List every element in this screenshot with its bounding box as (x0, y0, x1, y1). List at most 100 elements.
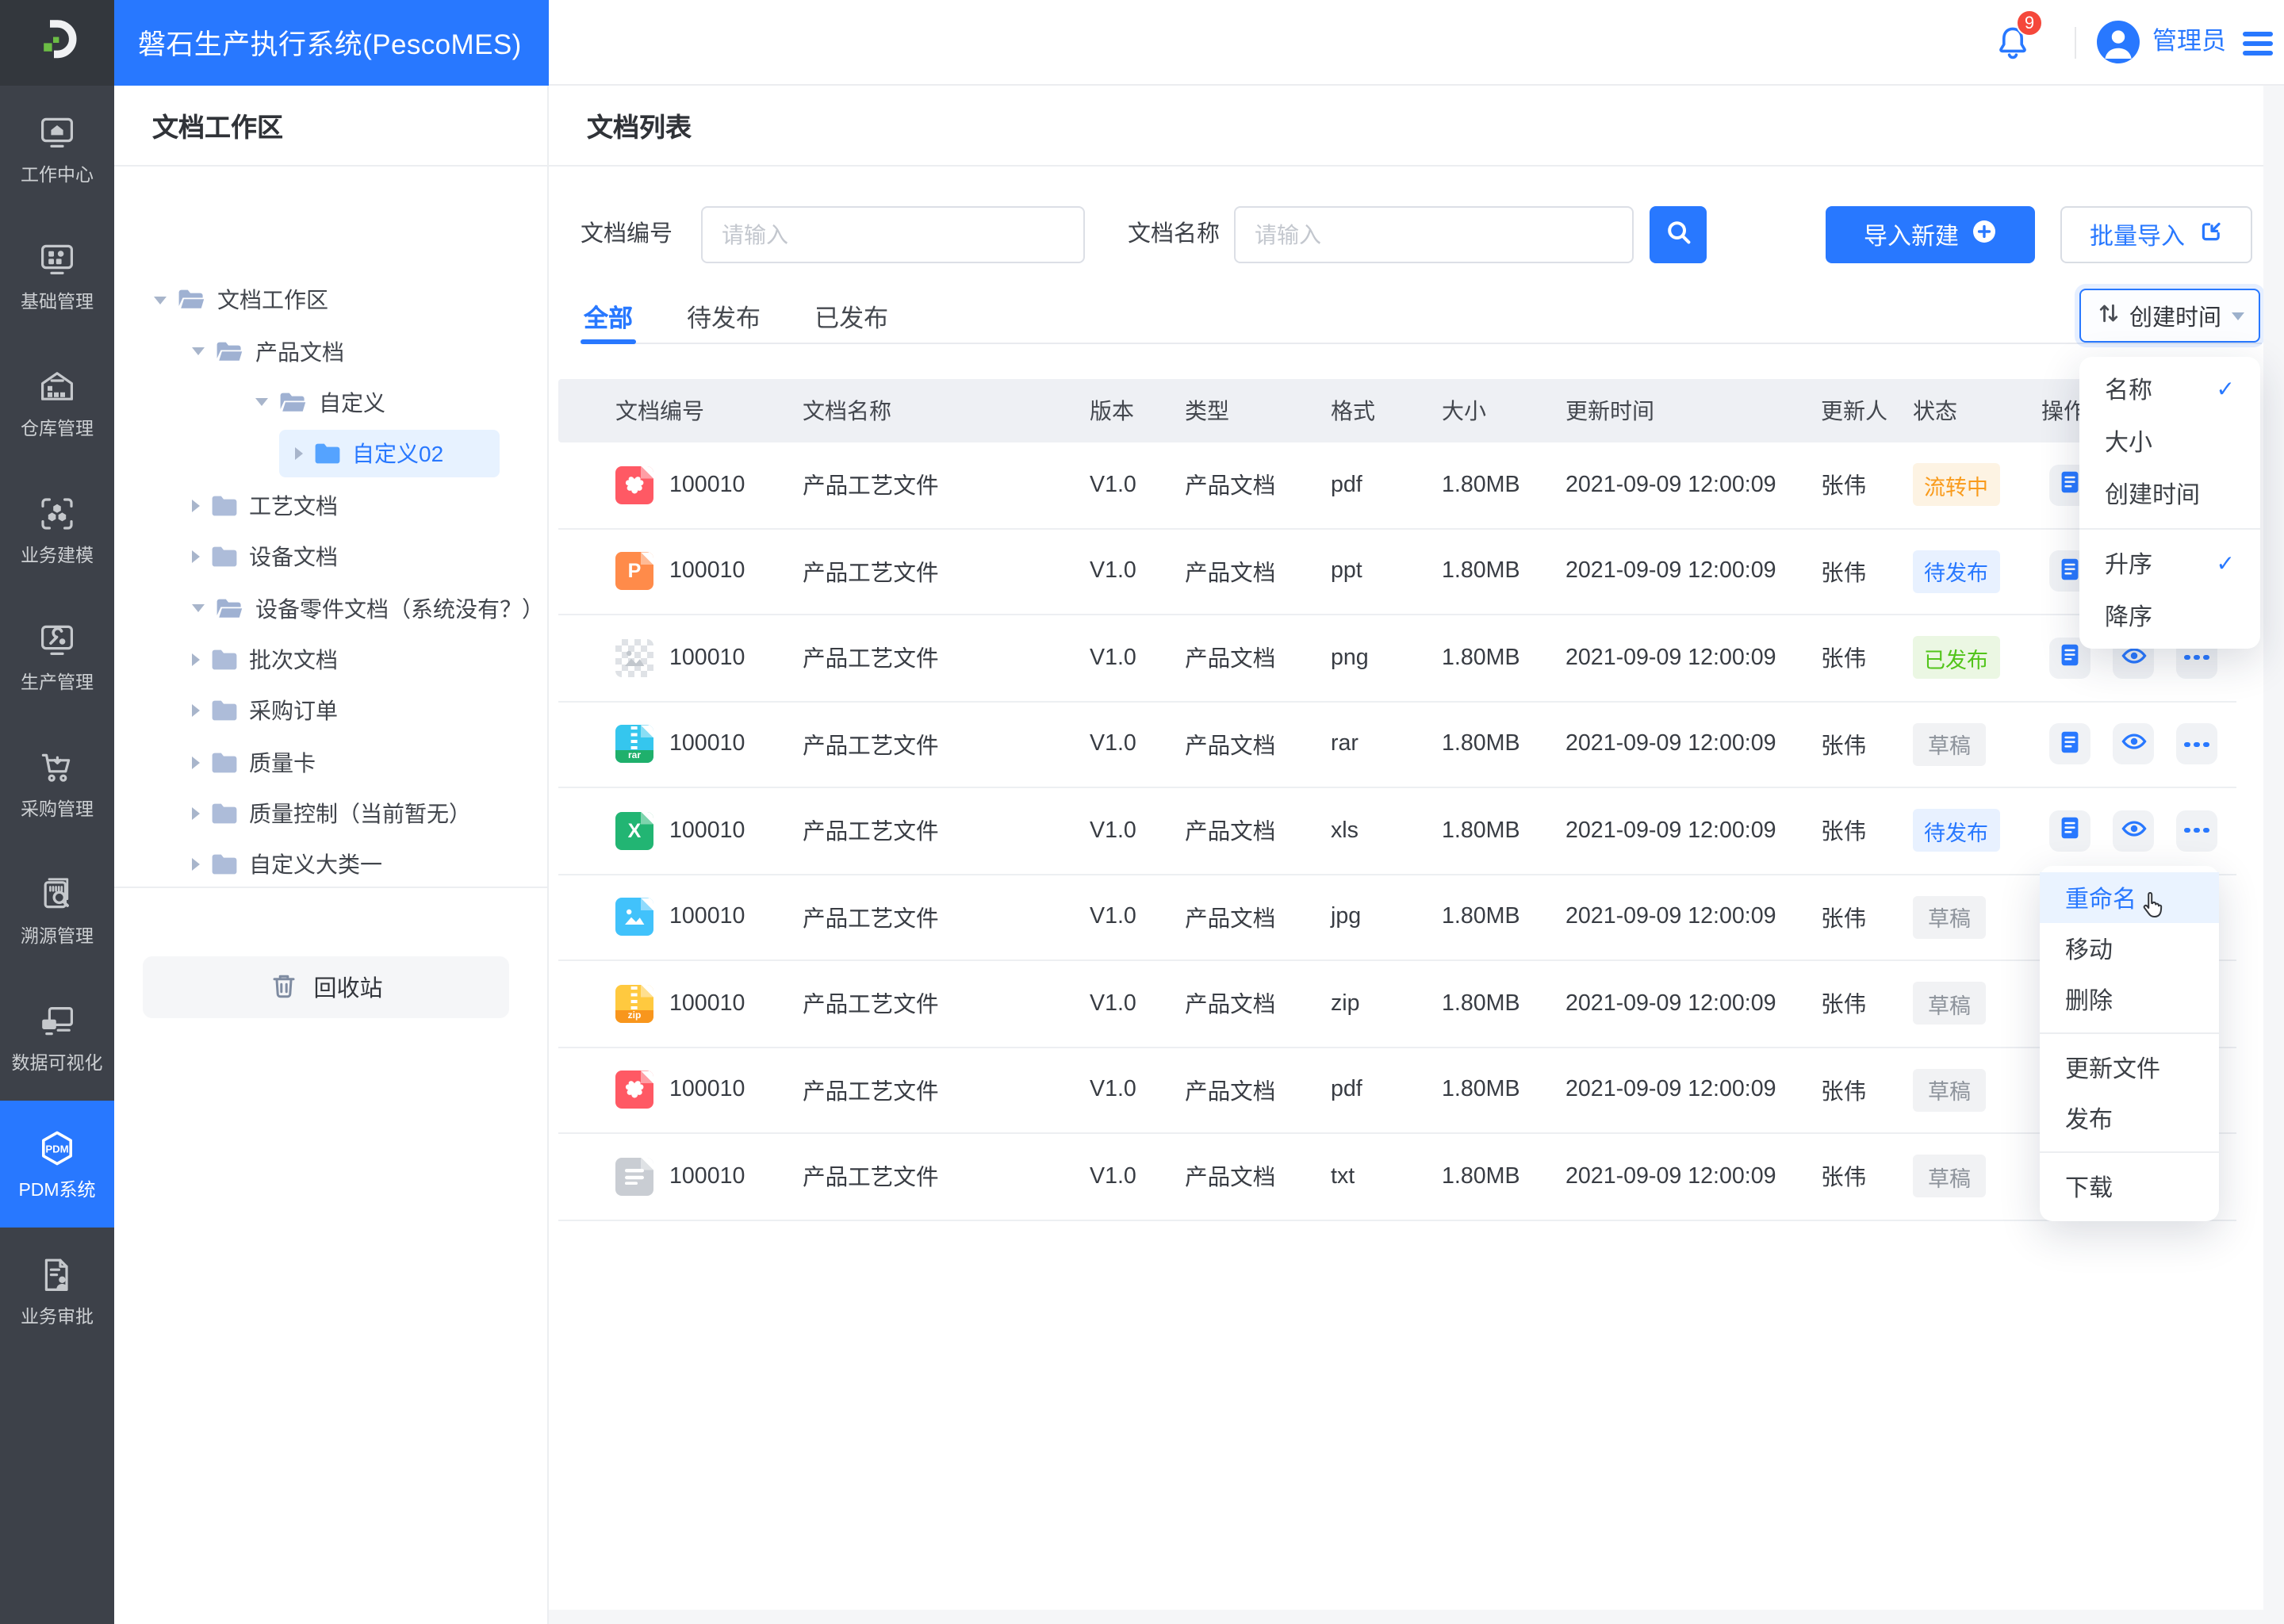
tree-node-label[interactable]: 质量控制（当前暂无） (249, 798, 471, 829)
tree-node[interactable]: 设备零件文档（系统没有？） (114, 583, 547, 634)
sidebar-item-approval[interactable]: 业务审批 (0, 1228, 114, 1354)
context-menu-item-下载[interactable]: 下载 (2040, 1161, 2219, 1212)
tree-caret-icon[interactable] (192, 807, 200, 821)
tree-caret-icon[interactable] (192, 756, 200, 769)
app-logo[interactable] (0, 0, 114, 86)
batch-import-label: 批量导入 (2089, 223, 2185, 250)
tree-node-label[interactable]: 自定义 (319, 387, 385, 419)
tree-caret-icon[interactable] (192, 604, 205, 613)
sidebar-item-trace[interactable]: 溯源管理 (0, 847, 114, 974)
menu-burger-icon[interactable] (2243, 32, 2273, 56)
tree-caret-icon[interactable] (154, 296, 167, 304)
tree-node[interactable]: 质量控制（当前暂无） (114, 788, 547, 840)
tree-caret-icon[interactable] (192, 550, 200, 564)
more-actions-button[interactable] (2176, 723, 2217, 765)
tree-node-label[interactable]: 工艺文档 (249, 490, 338, 522)
tree-node[interactable]: 自定义大类一 (114, 840, 547, 891)
cell-updater: 张伟 (1821, 733, 1867, 760)
tree-node[interactable]: 自定义 (114, 377, 547, 429)
production-icon (36, 619, 78, 661)
cell-format: ppt (1331, 558, 1362, 584)
context-menu-item-重命名[interactable]: 重命名 (2040, 872, 2219, 923)
sidebar-item-production[interactable]: 生产管理 (0, 593, 114, 720)
context-menu-item-发布[interactable]: 发布 (2040, 1093, 2219, 1143)
sidebar-item-workcenter[interactable]: 工作中心 (0, 86, 114, 213)
tree-node-label[interactable]: 设备零件文档（系统没有？） (255, 592, 544, 624)
tree-caret-icon[interactable] (192, 653, 200, 666)
svg-text:PDM: PDM (45, 1142, 68, 1154)
doc-name-input[interactable] (1234, 206, 1634, 263)
context-menu-item-移动[interactable]: 移动 (2040, 923, 2219, 974)
tree-node[interactable]: 产品文档 (114, 326, 547, 377)
tree-caret-icon[interactable] (192, 704, 200, 718)
tree-node-label[interactable]: 文档工作区 (217, 284, 328, 316)
tree-node[interactable]: 自定义02 (114, 428, 547, 480)
cell-updater: 张伟 (1821, 647, 1867, 673)
tree-node[interactable]: 采购订单 (114, 685, 547, 737)
sort-option-升序[interactable]: 升序 ✓ (2079, 538, 2260, 590)
tree-node-label[interactable]: 产品文档 (255, 335, 344, 367)
tree-caret-icon[interactable] (192, 347, 205, 356)
user-name[interactable]: 管理员 (2152, 0, 2226, 86)
tree-caret-icon[interactable] (295, 447, 303, 461)
sidebar-item-pdm[interactable]: PDM PDM系统 (0, 1101, 114, 1228)
menu-divider (2040, 1032, 2219, 1034)
tree-node[interactable]: 工艺文档 (114, 480, 547, 531)
sort-option-大小[interactable]: 大小 (2079, 416, 2260, 468)
tree-node-label[interactable]: 自定义02 (352, 439, 443, 470)
tree-caret-icon[interactable] (192, 858, 200, 871)
search-button[interactable] (1650, 206, 1707, 263)
sidebar-item-base-mgmt[interactable]: 基础管理 (0, 213, 114, 339)
right-scrollbar-gutter[interactable] (2263, 86, 2284, 1610)
cell-doc-no: 100010 (669, 1163, 745, 1189)
sort-button[interactable]: 创建时间 (2079, 289, 2260, 343)
sidebar-item-biz-model[interactable]: 业务建模 (0, 466, 114, 593)
batch-import-button[interactable]: 批量导入 (2060, 206, 2252, 263)
tree-node-label[interactable]: 采购订单 (249, 695, 338, 727)
tree-node[interactable]: 批次文档 (114, 634, 547, 685)
cell-doc-name: 产品工艺文件 (803, 733, 939, 760)
folder-icon (178, 289, 206, 311)
doc-detail-button[interactable] (2049, 723, 2090, 765)
context-menu-label: 下载 (2065, 1174, 2113, 1201)
cell-version: V1.0 (1090, 558, 1136, 584)
cell-format: pdf (1331, 1077, 1362, 1103)
tree-node-label[interactable]: 批次文档 (249, 644, 338, 676)
more-actions-button[interactable] (2176, 810, 2217, 852)
preview-button[interactable] (2113, 810, 2154, 852)
tab-待发布[interactable]: 待发布 (684, 290, 764, 343)
sort-option-名称[interactable]: 名称 ✓ (2079, 363, 2260, 416)
tree-node-label[interactable]: 质量卡 (249, 746, 316, 778)
sort-option-创建时间[interactable]: 创建时间 (2079, 468, 2260, 520)
doc-detail-button[interactable] (2049, 810, 2090, 852)
context-menu-label: 重命名 (2065, 886, 2137, 913)
context-menu-item-更新文件[interactable]: 更新文件 (2040, 1042, 2219, 1093)
doc-name-label: 文档名称 (1128, 222, 1220, 247)
tab-全部[interactable]: 全部 (581, 290, 637, 344)
bottom-scrollbar-gutter[interactable] (549, 1610, 2284, 1624)
doc-no-input[interactable] (701, 206, 1085, 263)
row-actions (2049, 723, 2236, 765)
tree-node[interactable]: 质量卡 (114, 737, 547, 788)
tree-caret-icon[interactable] (255, 398, 268, 407)
sort-option-label: 降序 (2105, 604, 2153, 631)
folder-icon (314, 443, 341, 465)
recycle-bin-button[interactable]: 回收站 (143, 956, 509, 1018)
tree-caret-icon[interactable] (192, 499, 200, 512)
tree-node[interactable]: 文档工作区 (114, 274, 547, 326)
avatar[interactable] (2097, 21, 2140, 63)
tree-node[interactable]: 设备文档 (114, 531, 547, 583)
preview-button[interactable] (2113, 723, 2154, 765)
xls-file-icon: X (615, 811, 653, 850)
sidebar-item-purchase[interactable]: 采购管理 (0, 720, 114, 847)
context-menu-item-删除[interactable]: 删除 (2040, 974, 2219, 1025)
tree-node-label[interactable]: 自定义大类一 (249, 849, 382, 881)
sort-option-降序[interactable]: 降序 (2079, 590, 2260, 642)
tab-已发布[interactable]: 已发布 (811, 290, 891, 343)
sidebar-item-warehouse[interactable]: 仓库管理 (0, 339, 114, 466)
tree-node-label[interactable]: 设备文档 (249, 541, 338, 573)
document-icon (2057, 730, 2083, 760)
sidebar-item-data-vis[interactable]: 数据可视化 (0, 974, 114, 1101)
import-new-button[interactable]: 导入新建 (1826, 206, 2035, 263)
cell-doc-no: 100010 (669, 904, 745, 930)
